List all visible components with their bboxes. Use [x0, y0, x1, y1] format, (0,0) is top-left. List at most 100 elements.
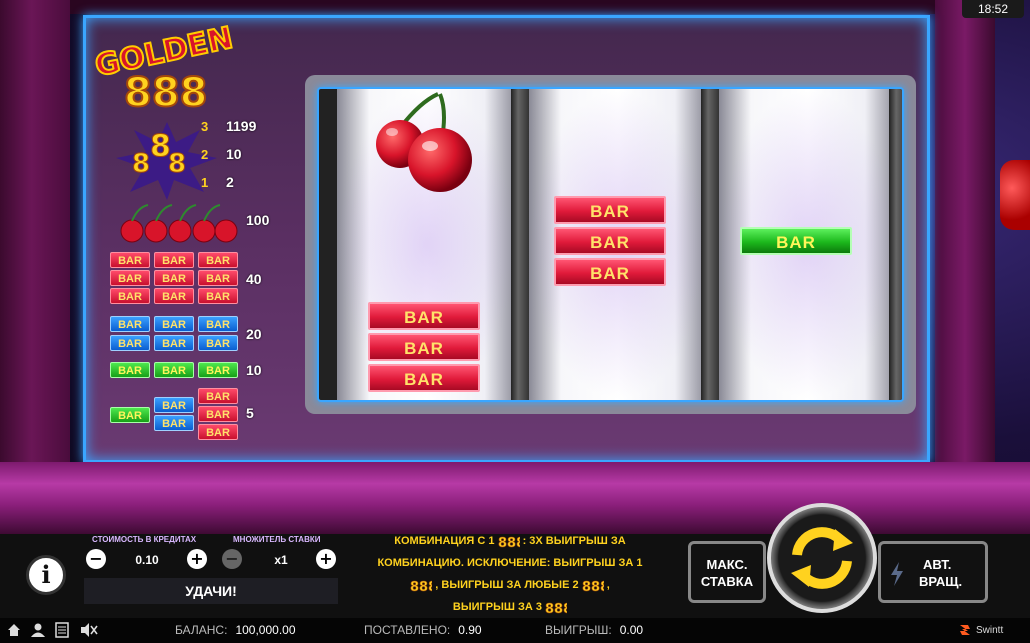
scatter-888-icon: 888	[582, 580, 604, 592]
blue-bar-icon: BAR	[154, 316, 194, 332]
lever-knob	[1000, 160, 1030, 230]
paytable-scatter-count-2: 2	[201, 147, 209, 162]
rule-text: КОМБИНАЦИЯ С 1 888 : 3Х ВЫИГРЫШ ЗА КОМБИ…	[350, 530, 670, 618]
balance-label: БАЛАНС:	[175, 623, 228, 637]
svg-text:888: 888	[545, 602, 567, 614]
swintt-logo-icon	[960, 625, 970, 635]
rule-line-1: КОМБИНАЦИЯ С 1	[394, 535, 495, 547]
red-bar-icon: BAR	[110, 288, 150, 304]
history-icon[interactable]	[54, 622, 70, 638]
blue-bar-icon: BAR	[154, 415, 194, 431]
blue-bar-icon: BAR	[110, 335, 150, 351]
cabinet-bottom-trim	[0, 462, 1030, 534]
multiplier-value: x1	[274, 553, 288, 567]
green-bar-icon: BAR	[110, 362, 150, 378]
bet-value: 0.90	[458, 623, 482, 637]
svg-text:888: 888	[582, 580, 604, 592]
spin-arrows-icon	[791, 527, 853, 589]
golden-888-logo: GOLDEN 888	[91, 22, 237, 112]
svg-text:888: 888	[498, 536, 520, 548]
red-bar-icon: BAR	[198, 406, 238, 422]
red-bar-icon: BAR	[154, 288, 194, 304]
red-bar-icon: BAR	[198, 424, 238, 440]
blue-bar-icon: BAR	[110, 316, 150, 332]
coin-value-label: СТОИМОСТЬ В КРЕДИТАХ	[92, 535, 197, 544]
balance: БАЛАНС: 100,000.00	[175, 623, 296, 637]
autoplay-button[interactable]: АВТ. ВРАЩ.	[878, 541, 988, 603]
blue-bar-icon: BAR	[198, 316, 238, 332]
rule-line-4: , ВЫИГРЫШ ЗА ЛЮБЫЕ 2	[435, 579, 579, 591]
scatter-888-icon: 888	[410, 580, 432, 592]
reel-2-bar-top: BAR	[554, 196, 666, 224]
paytable-any-bar-pay: 5	[246, 405, 254, 421]
brand-name: Swintt	[976, 625, 1004, 636]
reel-separator	[889, 89, 902, 400]
balance-value: 100,000.00	[235, 623, 296, 637]
paytable-scatter-pay-1: 2	[226, 174, 234, 190]
max-bet-line1: МАКС.	[706, 557, 748, 572]
paytable-scatter-pay-3: 1199	[226, 118, 257, 134]
reel-1-bar-middle: BAR	[368, 333, 480, 361]
win-value: 0.00	[619, 623, 644, 637]
paytable-scatter-pay-2: 10	[226, 146, 242, 162]
scatter-888-icon: 888	[545, 602, 567, 614]
home-icon[interactable]	[6, 622, 22, 638]
cherry-symbol	[376, 92, 472, 192]
red-bar-icon: BAR	[198, 252, 238, 268]
sound-off-icon[interactable]	[80, 622, 98, 638]
blue-bar-icon: BAR	[154, 397, 194, 413]
logo-number: 888	[124, 70, 208, 112]
reel-separator	[701, 89, 719, 400]
rule-line-2: : 3Х ВЫИГРЫШ ЗА	[522, 535, 626, 547]
paytable-cherry-pay: 100	[246, 212, 270, 228]
reel-2-bar-bottom: BAR	[554, 258, 666, 286]
max-bet-button[interactable]: МАКС. СТАВКА	[688, 541, 766, 603]
svg-text:8: 8	[132, 149, 150, 179]
rule-line-5: ,	[606, 579, 610, 591]
paytable-scatter-count-1: 1	[201, 175, 209, 190]
red-bar-icon: BAR	[110, 270, 150, 286]
message-box: УДАЧИ!	[84, 578, 338, 604]
red-bar-icon: BAR	[198, 288, 238, 304]
green-bar-icon: BAR	[110, 407, 150, 423]
paytable-scatter-count-3: 3	[201, 119, 209, 134]
win-label: ВЫИГРЫШ:	[545, 623, 612, 637]
cherries-icon	[120, 204, 238, 243]
coin-value-increase-button[interactable]: +	[187, 549, 207, 569]
green-bar-icon: BAR	[154, 362, 194, 378]
reel-3-green-bar: BAR	[740, 227, 852, 255]
rule-line-3: КОМБИНАЦИЮ. ИСКЛЮЧЕНИЕ: ВЫИГРЫШ ЗА 1	[377, 557, 643, 569]
multiplier-increase-button[interactable]: +	[316, 549, 336, 569]
win: ВЫИГРЫШ: 0.00	[545, 623, 643, 637]
rule-line-6: ВЫИГРЫШ ЗА 3	[452, 601, 543, 613]
green-bar-icon: BAR	[198, 362, 238, 378]
blue-bar-icon: BAR	[154, 335, 194, 351]
cabinet-top	[60, 0, 940, 14]
red-bar-icon: BAR	[198, 388, 238, 404]
coin-value-decrease-button[interactable]: −	[86, 549, 106, 569]
slot-game: 18:52 GOLDEN 888 8 8 8 3 1199 2 10 1 2 1…	[0, 0, 1030, 643]
user-icon[interactable]	[30, 622, 46, 638]
multiplier-decrease-button[interactable]: −	[222, 549, 242, 569]
paytable-green-bar-pay: 10	[246, 362, 262, 378]
cabinet-right	[935, 0, 995, 500]
red-bar-icon: BAR	[110, 252, 150, 268]
red-bar-icon: BAR	[198, 270, 238, 286]
info-button[interactable]: i	[26, 555, 66, 595]
clock: 18:52	[962, 0, 1024, 18]
paytable-red-bar-pay: 40	[246, 271, 262, 287]
reel-1-bar-top: BAR	[368, 302, 480, 330]
svg-text:888: 888	[410, 580, 432, 592]
svg-text:8: 8	[168, 149, 186, 179]
lightning-icon	[891, 562, 903, 586]
bet: ПОСТАВЛЕНО: 0.90	[364, 623, 482, 637]
status-bar: БАЛАНС: 100,000.00 ПОСТАВЛЕНО: 0.90 ВЫИГРЫ…	[0, 618, 1030, 643]
reel-1-bar-bottom: BAR	[368, 364, 480, 392]
reel-2-bar-middle: BAR	[554, 227, 666, 255]
multiplier-label: МНОЖИТЕЛЬ СТАВКИ	[233, 535, 321, 544]
spin-button[interactable]	[767, 503, 877, 613]
blue-bar-icon: BAR	[198, 335, 238, 351]
red-bar-icon: BAR	[154, 270, 194, 286]
coin-value: 0.10	[135, 553, 159, 567]
red-bar-icon: BAR	[154, 252, 194, 268]
